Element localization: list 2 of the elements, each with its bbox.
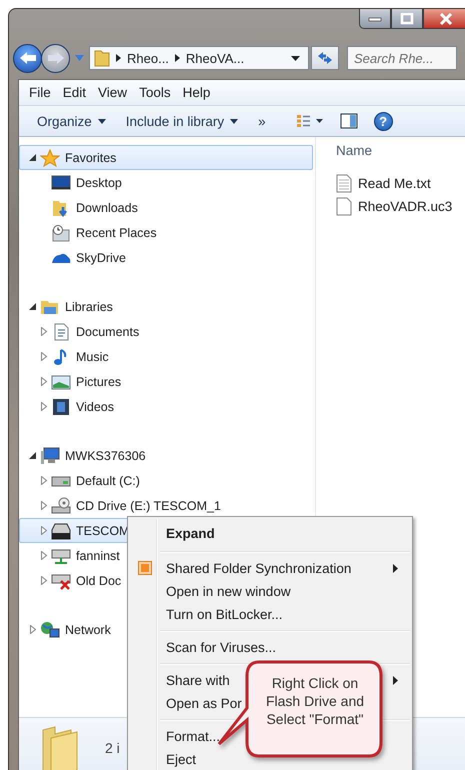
item-count: 2 i bbox=[105, 740, 120, 756]
callout-text: Right Click on Flash Drive and Select "Format" bbox=[264, 674, 366, 728]
